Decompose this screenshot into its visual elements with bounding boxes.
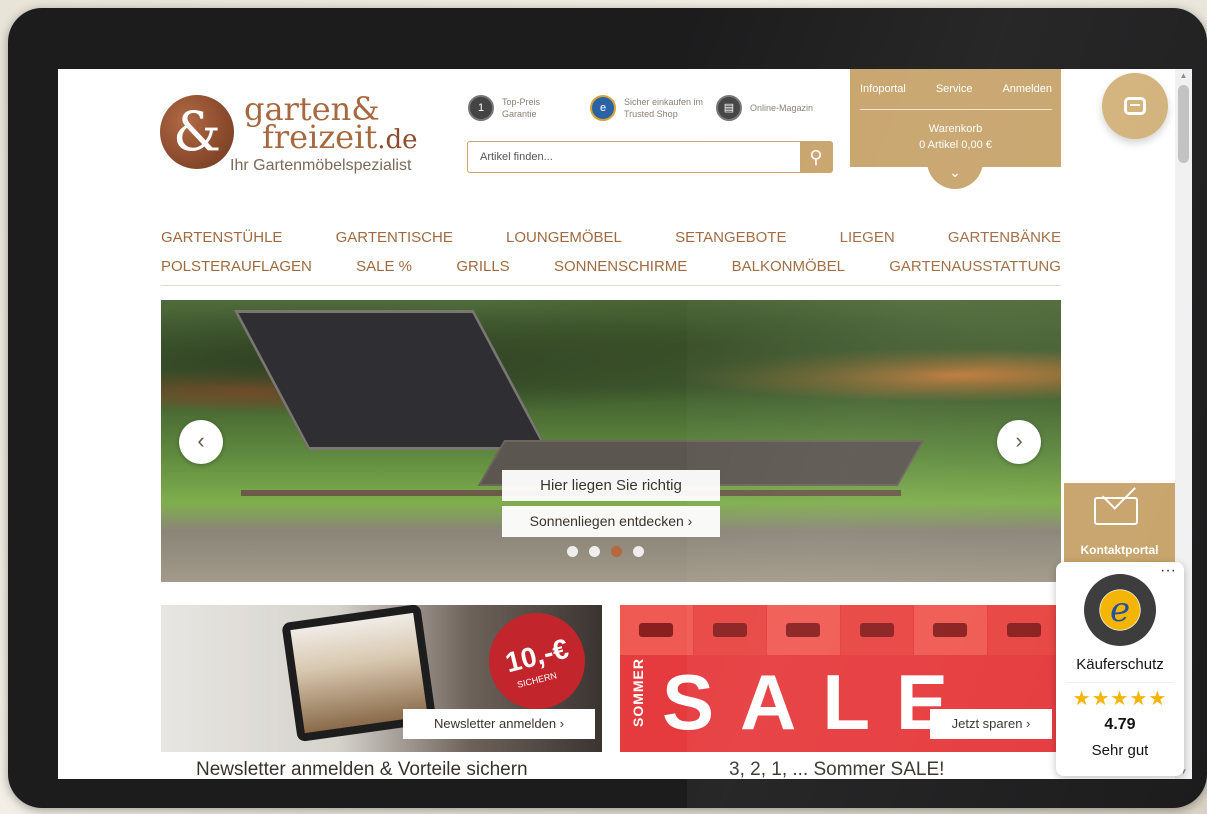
service-link[interactable]: Service — [936, 83, 973, 95]
parasol-icon — [693, 605, 767, 655]
more-options-icon[interactable]: ··· — [1160, 562, 1176, 580]
discount-badge: 10,-€ SICHERN — [489, 613, 585, 709]
newsletter-caption[interactable]: Newsletter anmelden & Vorteile sichern — [196, 759, 528, 779]
table-icon — [840, 605, 914, 655]
search-box: ⚲ — [467, 141, 833, 173]
search-input[interactable] — [468, 142, 800, 172]
nav-item-liegen[interactable]: LIEGEN — [840, 229, 895, 246]
laptop-frame: & garten& freizeit.de Ihr Gartenmöbelspe… — [8, 8, 1207, 808]
nav-divider — [161, 285, 1061, 286]
badge-text-line1: Online-Magazin — [750, 103, 814, 113]
chat-button[interactable] — [1102, 73, 1168, 139]
slider-prev-button[interactable]: ‹ — [179, 420, 223, 464]
sommer-vertical-label: SOMMER — [630, 658, 646, 727]
nav-item-grills[interactable]: GRILLS — [456, 258, 509, 275]
nav-row-1: GARTENSTÜHLE GARTENTISCHE LOUNGEMÖBEL SE… — [161, 229, 1061, 246]
nav-item-loungemoebel[interactable]: LOUNGEMÖBEL — [506, 229, 622, 246]
nav-item-sonnenschirme[interactable]: SONNENSCHIRME — [554, 258, 687, 275]
login-link[interactable]: Anmelden — [1002, 83, 1052, 95]
sale-product-icons — [620, 605, 1061, 655]
chevron-down-icon[interactable]: ⌄ — [927, 161, 983, 189]
infoportal-link[interactable]: Infoportal — [860, 83, 906, 95]
trusted-shops-seal-icon: e — [1084, 574, 1156, 646]
slider-dot[interactable] — [633, 546, 644, 557]
online-magazine-badge[interactable]: ▤ Online-Magazin — [716, 93, 813, 123]
scroll-up-arrow-icon[interactable]: ▲ — [1175, 69, 1192, 83]
envelope-icon — [1094, 497, 1138, 525]
trusted-shops-e-icon: e — [1100, 590, 1140, 630]
nav-item-gartenstuehle[interactable]: GARTENSTÜHLE — [161, 229, 282, 246]
chat-icon — [1124, 97, 1146, 115]
hero-caption-title: Hier liegen Sie richtig — [502, 470, 720, 501]
rating-text: Sehr gut — [1091, 742, 1149, 759]
account-divider — [860, 109, 1052, 110]
scroll-thumb[interactable] — [1178, 85, 1189, 163]
account-links: Infoportal Service Anmelden — [860, 83, 1052, 95]
rating-score: 4.79 — [1104, 716, 1136, 733]
slider-dots — [567, 546, 647, 558]
medal-icon: 1 — [468, 95, 494, 121]
badge-text-line1: Sicher einkaufen im — [624, 97, 704, 107]
browser-viewport: & garten& freizeit.de Ihr Gartenmöbelspe… — [58, 69, 1192, 779]
contact-portal-tab[interactable]: Kontaktportal — [1064, 483, 1175, 563]
slider-dot[interactable] — [589, 546, 600, 557]
nav-item-balkonmoebel[interactable]: BALKONMÖBEL — [732, 258, 845, 275]
sale-headline: SALE — [662, 658, 975, 746]
search-icon: ⚲ — [809, 147, 823, 167]
trusted-shop-badge[interactable]: e Sicher einkaufen im Trusted Shop — [590, 93, 703, 123]
summer-sale-tile[interactable]: SOMMER SALE Jetzt sparen › — [620, 605, 1061, 752]
grill-icon — [620, 605, 694, 655]
badge-text-line2: Garantie — [502, 109, 537, 119]
bench-icon — [987, 605, 1061, 655]
slider-dot-active[interactable] — [611, 546, 622, 557]
cart-summary[interactable]: 0 Artikel 0,00 € — [850, 139, 1061, 151]
search-button[interactable]: ⚲ — [800, 142, 832, 172]
logo-wordmark-line2: freizeit.de — [262, 119, 418, 158]
nav-item-gartentische[interactable]: GARTENTISCHE — [336, 229, 453, 246]
sale-caption[interactable]: 3, 2, 1, ... Sommer SALE! — [729, 759, 944, 779]
magazine-icon: ▤ — [716, 95, 742, 121]
hero-cta-link[interactable]: Sonnenliegen entdecken › — [502, 506, 720, 537]
logo-tagline: Ihr Gartenmöbelspezialist — [230, 157, 412, 174]
chair-icon — [914, 605, 988, 655]
account-cart-box: Infoportal Service Anmelden Warenkorb 0 … — [850, 69, 1061, 189]
slider-next-button[interactable]: › — [997, 420, 1041, 464]
trusted-shops-icon: e — [590, 95, 616, 121]
logo-tld: .de — [377, 125, 418, 155]
slider-dot[interactable] — [567, 546, 578, 557]
nav-row-2: POLSTERAUFLAGEN SALE % GRILLS SONNENSCHI… — [161, 258, 1061, 275]
nav-item-sale[interactable]: SALE % — [356, 258, 412, 275]
newsletter-promo-tile[interactable]: 10,-€ SICHERN Newsletter anmelden › — [161, 605, 602, 752]
save-now-button[interactable]: Jetzt sparen › — [930, 709, 1052, 739]
contact-portal-label: Kontaktportal — [1080, 543, 1159, 557]
nav-item-gartenbaenke[interactable]: GARTENBÄNKE — [948, 229, 1061, 246]
newsletter-signup-button[interactable]: Newsletter anmelden › — [403, 709, 595, 739]
trust-badges: 1 Top-Preis Garantie e Sicher einkaufen i… — [468, 93, 838, 125]
nav-item-polsterauflagen[interactable]: POLSTERAUFLAGEN — [161, 258, 312, 275]
trusted-shops-widget[interactable]: ··· e Käuferschutz ★★★★★ 4.79 Sehr gut — [1056, 562, 1184, 776]
top-price-badge[interactable]: 1 Top-Preis Garantie — [468, 93, 540, 123]
lounge-sofa-icon — [767, 605, 841, 655]
nav-item-setangebote[interactable]: SETANGEBOTE — [675, 229, 786, 246]
nav-item-gartenausstattung[interactable]: GARTENAUSSTATTUNG — [889, 258, 1061, 275]
badge-text-line1: Top-Preis — [502, 97, 541, 107]
cart-label[interactable]: Warenkorb — [850, 123, 1061, 135]
widget-divider — [1066, 682, 1174, 683]
buyer-protection-label: Käuferschutz — [1076, 656, 1164, 673]
logo-wordmark-main: freizeit — [262, 118, 378, 156]
rating-stars: ★★★★★ — [1072, 688, 1168, 710]
hero-slider[interactable]: ‹ › Hier liegen Sie richtig Sonnenliegen… — [161, 300, 1061, 582]
logo-ampersand-icon: & — [160, 95, 234, 169]
site-logo[interactable]: & garten& freizeit.de Ihr Gartenmöbelspe… — [160, 89, 430, 179]
badge-text-line2: Trusted Shop — [624, 109, 678, 119]
